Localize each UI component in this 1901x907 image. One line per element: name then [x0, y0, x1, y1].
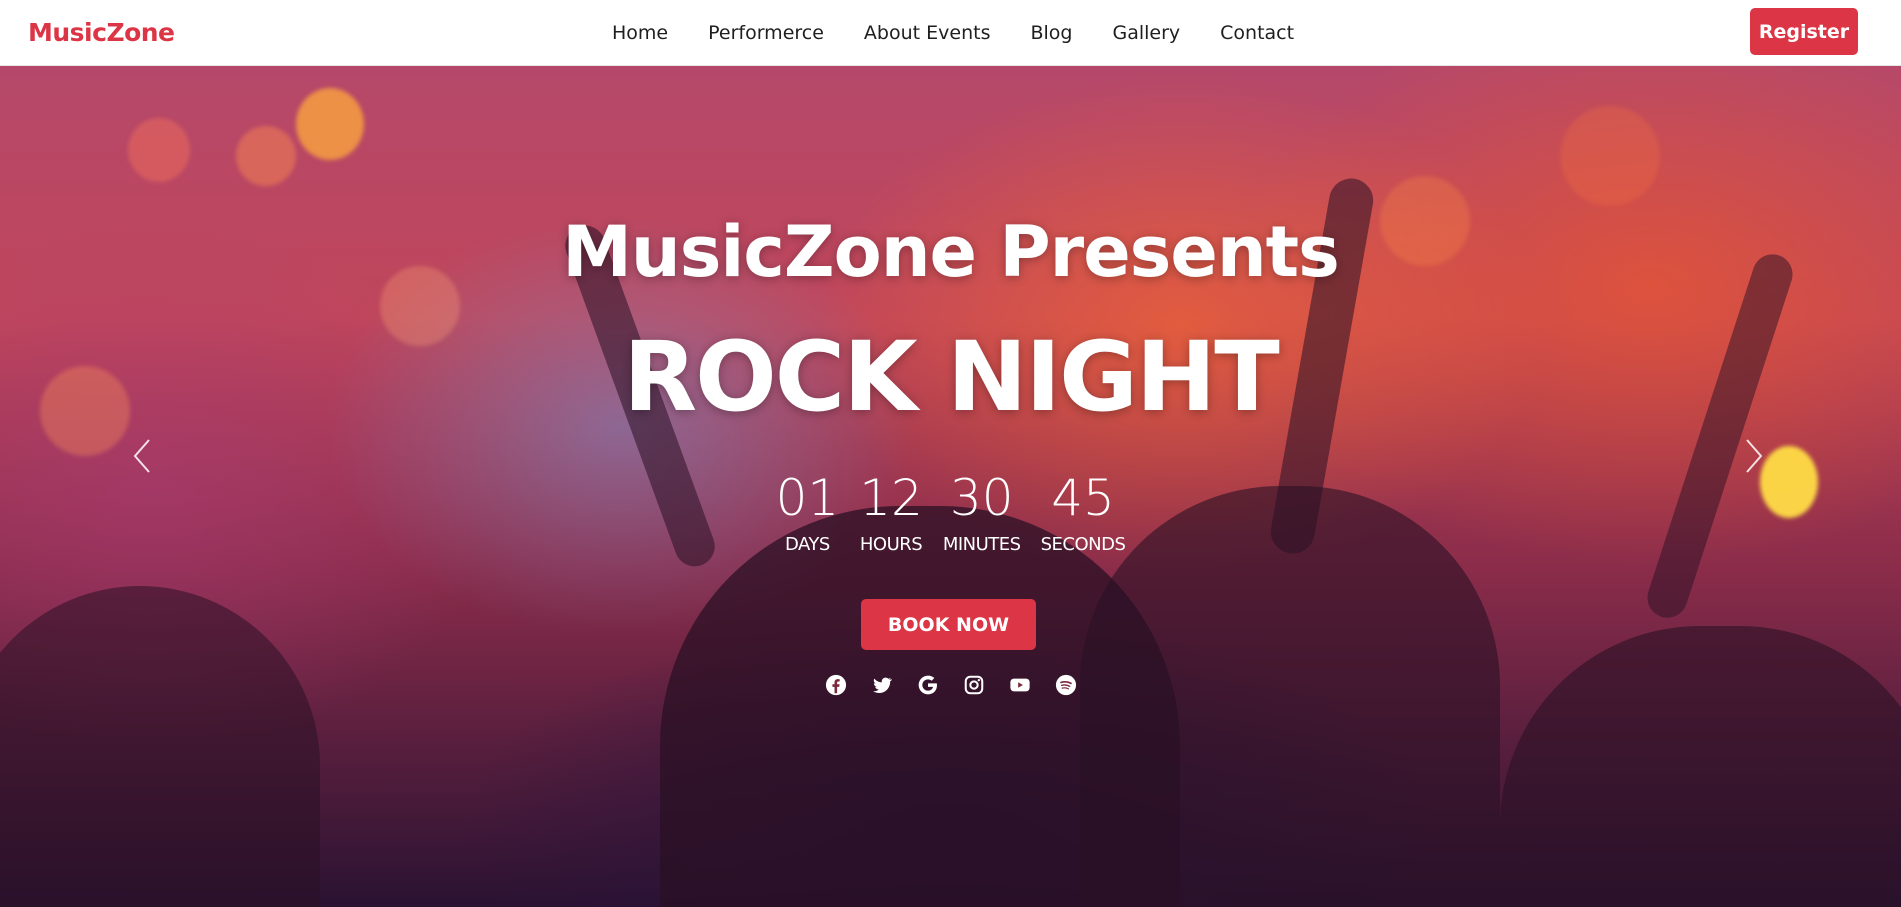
nav-link-about-events[interactable]: About Events — [864, 22, 991, 44]
nav-link-blog[interactable]: Blog — [1030, 22, 1072, 44]
nav-link-performerce[interactable]: Performerce — [708, 22, 824, 44]
nav-item-performerce: Performerce — [708, 22, 824, 44]
hero-presents-heading: MusicZone Presents — [562, 211, 1340, 293]
hero-event-title: ROCK NIGHT — [623, 321, 1279, 433]
countdown-label: MINUTES — [942, 534, 1021, 555]
countdown-label: DAYS — [784, 534, 830, 555]
countdown-minutes: 30 MINUTES — [942, 469, 1021, 556]
nav-link-gallery[interactable]: Gallery — [1112, 22, 1180, 44]
register-button[interactable]: Register — [1750, 8, 1858, 55]
hero-content: MusicZone Presents ROCK NIGHT 01 DAYS 12… — [0, 66, 1901, 907]
nav-item-contact: Contact — [1220, 22, 1294, 44]
book-now-button[interactable]: BOOK NOW — [861, 599, 1036, 650]
countdown-timer: 01 DAYS 12 HOURS 30 MINUTES 45 SECONDS — [0, 469, 1901, 556]
countdown-value: 12 — [859, 469, 923, 527]
countdown-seconds: 45 SECONDS — [1040, 469, 1126, 556]
carousel-prev-button[interactable] — [121, 431, 161, 481]
nav-item-blog: Blog — [1030, 22, 1072, 44]
nav-link-contact[interactable]: Contact — [1220, 22, 1294, 44]
chevron-left-icon — [133, 439, 150, 473]
navbar: MusicZone Home Performerce About Events … — [0, 0, 1901, 66]
countdown-value: 45 — [1051, 469, 1115, 527]
twitter-icon[interactable] — [870, 673, 894, 697]
facebook-icon[interactable] — [824, 673, 848, 697]
countdown-label: SECONDS — [1040, 534, 1126, 555]
social-links — [0, 673, 1901, 697]
countdown-value: 30 — [949, 469, 1014, 527]
hero-carousel: MusicZone Presents ROCK NIGHT 01 DAYS 12… — [0, 66, 1901, 907]
instagram-icon[interactable] — [962, 673, 986, 697]
countdown-value: 01 — [775, 469, 840, 527]
nav-item-home: Home — [612, 22, 668, 44]
countdown-hours: 12 HOURS — [859, 469, 923, 556]
countdown-label: HOURS — [859, 534, 923, 555]
nav-item-about-events: About Events — [864, 22, 991, 44]
brand-logo[interactable]: MusicZone — [28, 0, 175, 66]
google-icon[interactable] — [916, 673, 940, 697]
nav-item-gallery: Gallery — [1112, 22, 1180, 44]
chevron-right-icon — [1746, 439, 1763, 473]
carousel-next-button[interactable] — [1735, 431, 1775, 481]
nav-menu: Home Performerce About Events Blog Galle… — [612, 0, 1334, 66]
countdown-days: 01 DAYS — [775, 469, 840, 556]
youtube-icon[interactable] — [1008, 673, 1032, 697]
nav-link-home[interactable]: Home — [612, 22, 668, 44]
spotify-icon[interactable] — [1054, 673, 1078, 697]
